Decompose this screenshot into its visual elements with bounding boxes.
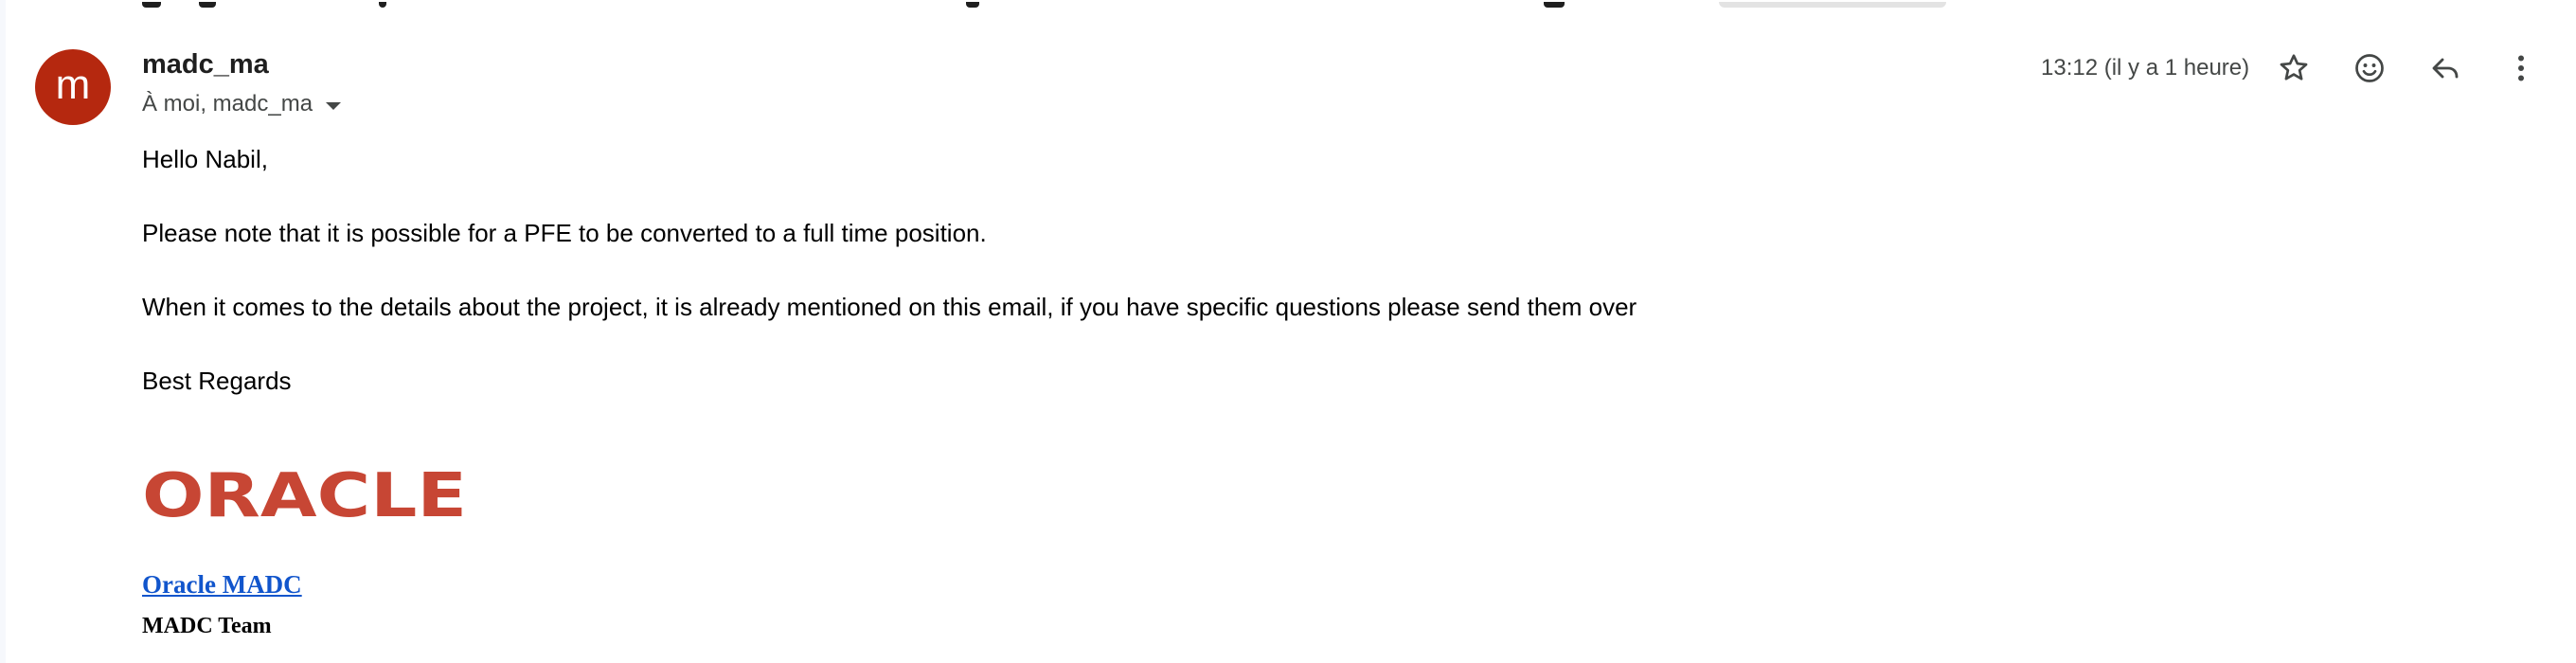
- chevron-down-icon[interactable]: [326, 101, 342, 110]
- body-paragraph: When it comes to the details about the p…: [142, 293, 1637, 321]
- more-vert-icon: [2518, 55, 2524, 81]
- recipients-toggle[interactable]: À moi, madc_ma: [142, 91, 342, 117]
- more-options-button[interactable]: [2498, 45, 2544, 91]
- recipients-label: À moi, madc_ma: [142, 91, 313, 116]
- signature-link[interactable]: Oracle MADC: [142, 570, 302, 600]
- label-chip[interactable]: [1719, 2, 1946, 8]
- oracle-logo: ORACLE: [142, 461, 469, 531]
- sender-name[interactable]: madc_ma: [142, 49, 269, 81]
- closing: Best Regards: [142, 367, 292, 395]
- greeting: Hello Nabil,: [142, 145, 268, 173]
- star-button[interactable]: [2271, 45, 2317, 91]
- body-paragraph: Please note that it is possible for a PF…: [142, 219, 987, 247]
- subject-line-fragment: [142, 0, 2036, 8]
- signature-team: MADC Team: [142, 614, 272, 638]
- reply-icon: [2432, 58, 2459, 79]
- sender-avatar[interactable]: m: [35, 49, 111, 125]
- message-body: Hello Nabil, Please note that it is poss…: [142, 142, 2415, 438]
- message-timestamp: 13:12 (il y a 1 heure): [2041, 55, 2250, 81]
- star-icon: [2280, 54, 2308, 81]
- reply-button[interactable]: [2423, 45, 2468, 91]
- left-rail: [0, 0, 6, 663]
- emoji-reaction-button[interactable]: [2347, 45, 2392, 91]
- logo-text: ORACLE: [142, 469, 467, 522]
- smiley-icon: [2355, 54, 2384, 82]
